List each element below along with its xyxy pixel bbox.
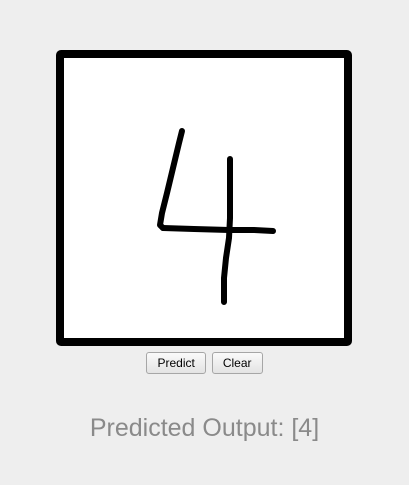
predicted-output-text: Predicted Output: [4] bbox=[89, 414, 320, 442]
button-row: Predict Clear bbox=[0, 352, 409, 374]
predict-button[interactable]: Predict bbox=[146, 352, 206, 374]
handwritten-digit-drawing[interactable] bbox=[64, 58, 344, 338]
digit-stroke-diagonal bbox=[157, 128, 185, 231]
drawing-canvas[interactable] bbox=[56, 50, 352, 346]
digit-stroke-crossbar bbox=[160, 225, 276, 234]
clear-button[interactable]: Clear bbox=[211, 352, 263, 374]
